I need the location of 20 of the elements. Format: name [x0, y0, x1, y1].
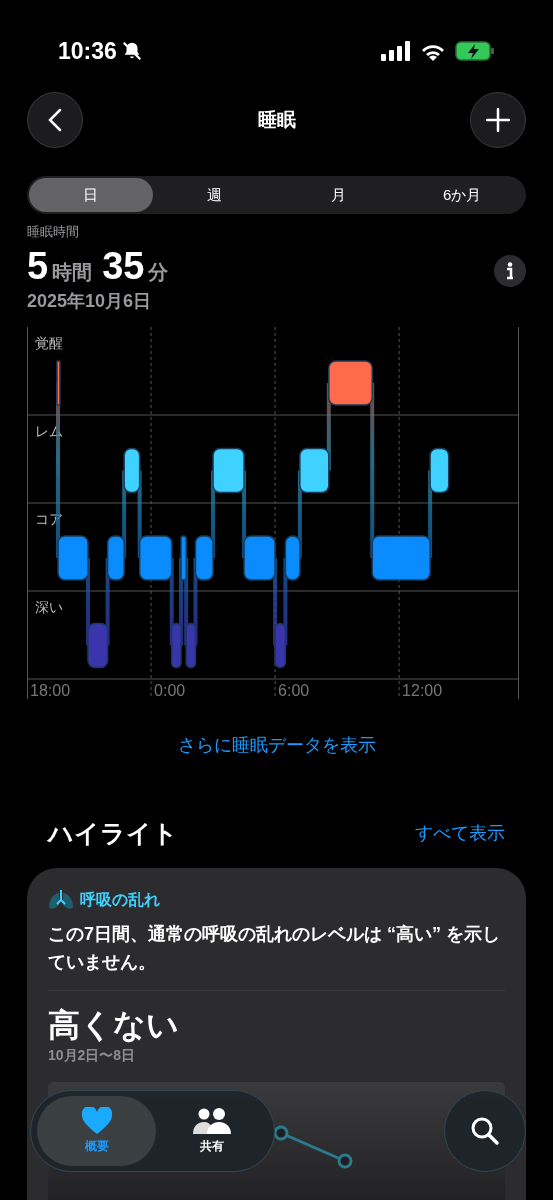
card-category: 呼吸の乱れ	[80, 890, 160, 910]
card-message: この7日間、通常の呼吸の乱れのレベルは “高い” を示していません。	[48, 923, 501, 974]
time-label: 6:00	[278, 681, 310, 699]
time-label: 12:00	[402, 681, 443, 699]
page-title: 睡眠	[257, 107, 296, 132]
card-result: 高くない	[48, 1006, 180, 1045]
summary-label: 睡眠時間	[27, 223, 80, 241]
minutes-unit: 分	[148, 259, 169, 285]
hours-value: 5	[27, 243, 49, 288]
summary-date: 2025年10月6日	[27, 289, 153, 313]
stage-label: レム	[35, 422, 63, 439]
card-date-range: 10月2日〜8日	[48, 1046, 137, 1065]
time-label: 18:00	[30, 681, 71, 699]
time-label: 0:00	[154, 681, 186, 699]
hours-unit: 時間	[52, 259, 93, 285]
section-title: ハイライト	[48, 817, 178, 849]
minutes-value: 35	[102, 243, 145, 288]
stage-label: 深い	[35, 598, 63, 615]
stage-label: 覚醒	[35, 334, 63, 351]
status-time: 10:36	[58, 36, 117, 66]
